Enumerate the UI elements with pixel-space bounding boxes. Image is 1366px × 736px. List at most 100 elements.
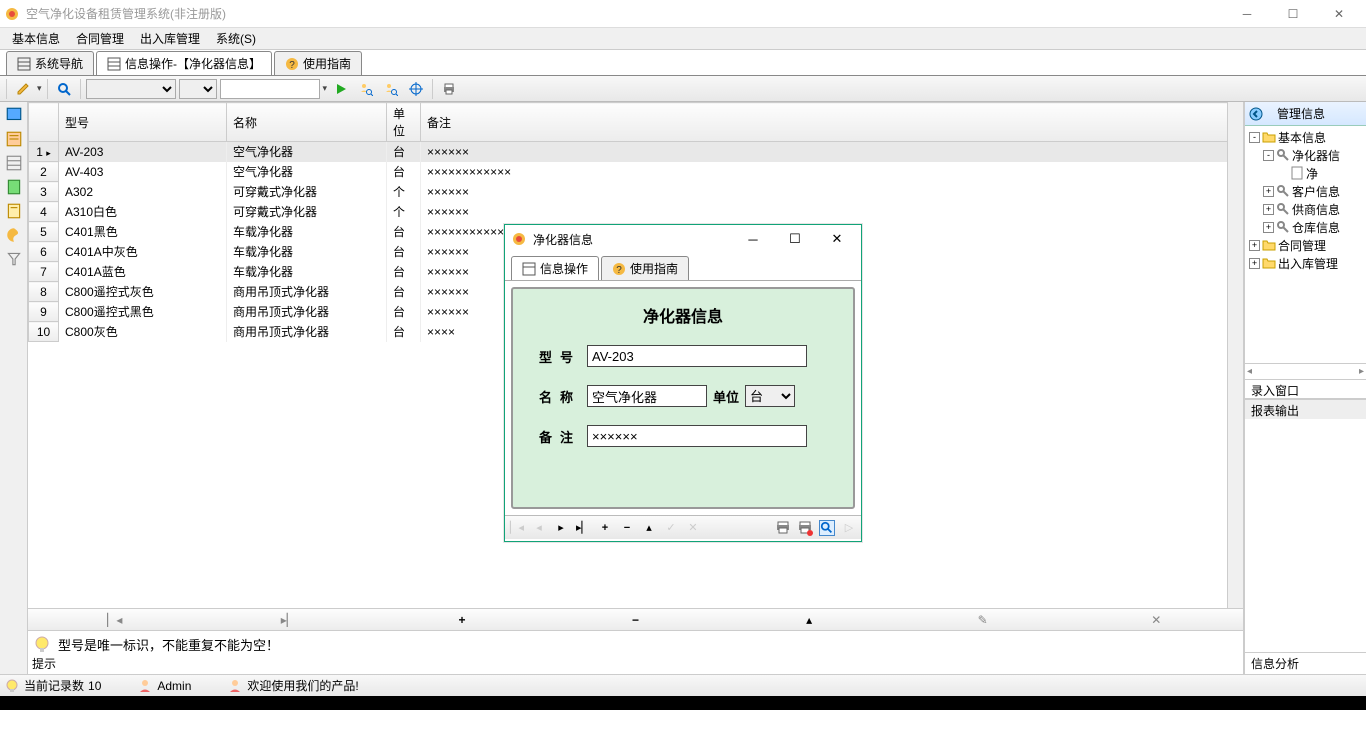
dialog-maximize[interactable]: ☐	[777, 231, 813, 247]
zoom-icon[interactable]	[819, 520, 835, 536]
status-user: Admin	[137, 678, 191, 694]
dlg-nav-next[interactable]: ▸	[553, 521, 569, 534]
statusbar: 当前记录数 10 Admin 欢迎使用我们的产品!	[0, 674, 1366, 696]
dialog-minimize[interactable]: ─	[735, 232, 771, 247]
help-icon: ?	[612, 262, 626, 276]
tab-label: 使用指南	[303, 55, 351, 72]
dlg-forward[interactable]: ▷	[841, 521, 857, 534]
col-unit[interactable]: 单位	[387, 103, 421, 142]
status-user-name: Admin	[157, 679, 191, 693]
navigation-tree[interactable]: -基本信息-净化器信净+客户信息+供商信息+仓库信息+合同管理+出入库管理	[1245, 126, 1366, 363]
tree-node[interactable]: +出入库管理	[1247, 254, 1364, 272]
filter-value-input[interactable]	[220, 79, 320, 99]
rp-tab-input[interactable]: 录入窗口	[1245, 379, 1366, 399]
dlg-post[interactable]: ✓	[663, 521, 679, 534]
user-search2-button[interactable]	[380, 78, 402, 100]
table-row[interactable]: 1 ▸AV-203空气净化器台××××××	[29, 142, 1243, 162]
dialog-body: 净化器信息 型号 名称 单位 台 备注	[511, 287, 855, 509]
minimize-button[interactable]: ─	[1224, 0, 1270, 28]
rp-tab-report[interactable]: 报表输出	[1245, 399, 1366, 419]
report-icon[interactable]	[5, 202, 23, 220]
hint-text: 型号是唯一标识，不能重复不能为空！	[58, 635, 279, 654]
dialog-tab-info[interactable]: 信息操作	[511, 256, 599, 280]
tree-node[interactable]: +供商信息	[1247, 200, 1364, 218]
print-button[interactable]	[438, 78, 460, 100]
rp-tab-analysis[interactable]: 信息分析	[1245, 652, 1366, 674]
tree-node[interactable]: 净	[1247, 164, 1364, 182]
palette-icon[interactable]	[5, 226, 23, 244]
help-icon: ?	[285, 57, 299, 71]
tree-node[interactable]: +合同管理	[1247, 236, 1364, 254]
crosshair-button[interactable]	[405, 78, 427, 100]
name-label: 名称	[521, 387, 581, 406]
table-row[interactable]: 3A302可穿戴式净化器个××××××	[29, 182, 1243, 202]
name-input[interactable]	[587, 385, 707, 407]
user-search-button[interactable]	[355, 78, 377, 100]
nav-delete[interactable]: −	[549, 613, 723, 627]
tab-user-guide[interactable]: ? 使用指南	[274, 51, 362, 75]
run-button[interactable]	[330, 78, 352, 100]
dlg-delete[interactable]: −	[619, 522, 635, 534]
tree-node[interactable]: +仓库信息	[1247, 218, 1364, 236]
tree-hscroll[interactable]: ◂▸	[1245, 363, 1366, 379]
dlg-edit[interactable]: ▴	[641, 521, 657, 534]
grid-icon[interactable]	[5, 154, 23, 172]
edit-button[interactable]	[12, 78, 34, 100]
print-red-icon[interactable]	[797, 520, 813, 536]
status-records-label: 当前记录数	[24, 677, 84, 694]
tree-node[interactable]: +客户信息	[1247, 182, 1364, 200]
menu-basic-info[interactable]: 基本信息	[4, 28, 68, 49]
dropdown-arrow-icon[interactable]: ▾	[37, 83, 42, 94]
tab-system-nav[interactable]: 系统导航	[6, 51, 94, 75]
dlg-nav-first[interactable]: ▏◂	[509, 521, 525, 534]
filter-icon[interactable]	[5, 250, 23, 268]
nav-add[interactable]: +	[375, 613, 549, 627]
dlg-add[interactable]: +	[597, 522, 613, 534]
maximize-button[interactable]: ☐	[1270, 0, 1316, 28]
col-rownum[interactable]	[29, 103, 59, 142]
menu-storage[interactable]: 出入库管理	[132, 28, 208, 49]
window-icon[interactable]	[5, 106, 23, 124]
nav-cancel[interactable]: ✕	[1069, 613, 1243, 627]
tab-info-operate[interactable]: 信息操作-【净化器信息】	[96, 51, 272, 75]
close-button[interactable]: ✕	[1316, 0, 1362, 28]
tree-node[interactable]: -基本信息	[1247, 128, 1364, 146]
print-icon[interactable]	[775, 520, 791, 536]
col-model[interactable]: 型号	[59, 103, 227, 142]
model-input[interactable]	[587, 345, 807, 367]
filter-op-select[interactable]	[179, 79, 217, 99]
dialog-close[interactable]: ✕	[819, 231, 855, 247]
dlg-nav-last[interactable]: ▸▏	[575, 521, 591, 534]
remark-input[interactable]	[587, 425, 807, 447]
purifier-info-dialog: 净化器信息 ─ ☐ ✕ 信息操作 ? 使用指南 净化器信息 型号 名称 单位 台…	[504, 224, 862, 542]
menu-system[interactable]: 系统(S)	[208, 28, 264, 49]
dlg-cancel[interactable]: ✕	[685, 521, 701, 534]
search-button[interactable]	[53, 78, 75, 100]
tree-node[interactable]: -净化器信	[1247, 146, 1364, 164]
table-row[interactable]: 4A310白色可穿戴式净化器个××××××	[29, 202, 1243, 222]
doc-icon[interactable]	[5, 178, 23, 196]
nav-edit[interactable]: ✎	[896, 613, 1070, 627]
back-icon[interactable]	[1249, 107, 1263, 121]
col-name[interactable]: 名称	[227, 103, 387, 142]
col-remark[interactable]: 备注	[421, 103, 1243, 142]
bulb-icon	[32, 635, 52, 655]
nav-first[interactable]: ▏◂	[28, 613, 202, 627]
filter-field-select[interactable]	[86, 79, 176, 99]
separator	[47, 79, 48, 99]
dropdown-arrow-icon[interactable]: ▾	[323, 83, 328, 94]
user-icon	[227, 678, 243, 694]
menu-contract[interactable]: 合同管理	[68, 28, 132, 49]
table-row[interactable]: 2AV-403空气净化器台××××××××××××	[29, 162, 1243, 182]
status-welcome-text: 欢迎使用我们的产品!	[247, 677, 358, 694]
dialog-titlebar[interactable]: 净化器信息 ─ ☐ ✕	[505, 225, 861, 253]
nav-post[interactable]: ▴	[722, 613, 896, 627]
dlg-nav-prev[interactable]: ◂	[531, 521, 547, 534]
dialog-tab-guide[interactable]: ? 使用指南	[601, 256, 689, 280]
separator	[6, 79, 7, 99]
nav-last[interactable]: ▸▏	[202, 613, 376, 627]
separator	[432, 79, 433, 99]
list-icon[interactable]	[5, 130, 23, 148]
vertical-scrollbar[interactable]	[1227, 102, 1243, 608]
unit-select[interactable]: 台	[745, 385, 795, 407]
